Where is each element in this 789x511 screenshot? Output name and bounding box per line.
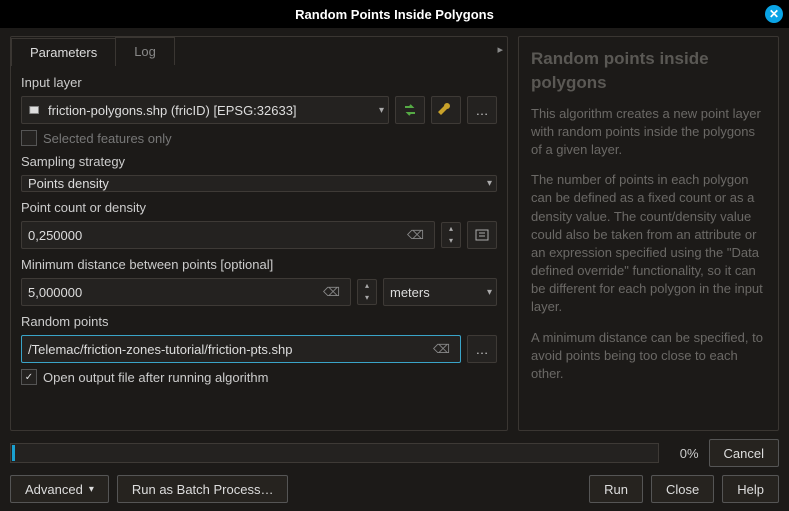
- strategy-label: Sampling strategy: [21, 154, 497, 169]
- input-more-button[interactable]: …: [467, 96, 497, 124]
- progress-row: 0% Cancel: [10, 439, 779, 467]
- output-path-input[interactable]: /Telemac/friction-zones-tutorial/frictio…: [21, 335, 461, 363]
- iterate-icon: [402, 102, 418, 118]
- count-input[interactable]: 0,250000 ⌫: [21, 221, 435, 249]
- help-panel: Random points inside polygons This algor…: [518, 36, 779, 431]
- chevron-down-icon: ▾: [358, 292, 376, 304]
- mindist-label: Minimum distance between points [optiona…: [21, 257, 497, 272]
- count-label: Point count or density: [21, 200, 497, 215]
- clear-icon[interactable]: ⌫: [429, 342, 454, 356]
- close-icon[interactable]: ✕: [765, 5, 783, 23]
- count-spinner[interactable]: ▴▾: [441, 222, 461, 248]
- checkbox-box: ✓: [21, 369, 37, 385]
- select-tool-button[interactable]: [431, 96, 461, 124]
- run-button[interactable]: Run: [589, 475, 643, 503]
- ellipsis-icon: …: [476, 342, 489, 357]
- batch-button[interactable]: Run as Batch Process…: [117, 475, 289, 503]
- tab-parameters[interactable]: Parameters: [11, 38, 116, 66]
- expression-icon: [474, 227, 490, 243]
- help-paragraph: The number of points in each polygon can…: [531, 171, 766, 317]
- help-title: Random points inside polygons: [531, 47, 766, 95]
- input-layer-label: Input layer: [21, 75, 497, 90]
- cancel-button[interactable]: Cancel: [709, 439, 779, 467]
- ellipsis-icon: …: [476, 103, 489, 118]
- dialog-body: Parameters Log ▸ Input layer friction-po…: [0, 28, 789, 431]
- mindist-input[interactable]: 5,000000 ⌫: [21, 278, 351, 306]
- output-browse-button[interactable]: …: [467, 335, 497, 363]
- close-button[interactable]: Close: [651, 475, 714, 503]
- mindist-spinner[interactable]: ▴▾: [357, 279, 377, 305]
- strategy-combo[interactable]: Points density ▾: [21, 175, 497, 192]
- tab-bar: Parameters Log ▸: [11, 37, 507, 65]
- wrench-icon: [438, 102, 454, 118]
- open-after-checkbox[interactable]: ✓ Open output file after running algorit…: [21, 369, 497, 385]
- dialog: Random Points Inside Polygons ✕ Paramete…: [0, 0, 789, 511]
- bottom-bar: 0% Cancel Advanced Run as Batch Process……: [0, 431, 789, 511]
- clear-icon[interactable]: ⌫: [403, 228, 428, 242]
- output-label: Random points: [21, 314, 497, 329]
- data-override-button[interactable]: [467, 221, 497, 249]
- chevron-down-icon: ▾: [379, 105, 384, 116]
- help-paragraph: This algorithm creates a new point layer…: [531, 105, 766, 160]
- titlebar: Random Points Inside Polygons ✕: [0, 0, 789, 28]
- advanced-button[interactable]: Advanced: [10, 475, 109, 503]
- input-layer-combo[interactable]: friction-polygons.shp (fricID) [EPSG:326…: [21, 96, 389, 124]
- iterate-button[interactable]: [395, 96, 425, 124]
- button-row: Advanced Run as Batch Process… Run Close…: [10, 475, 779, 503]
- progress-percent: 0%: [669, 446, 699, 461]
- chevron-down-icon: ▾: [487, 178, 492, 189]
- mindist-unit-combo[interactable]: meters ▾: [383, 278, 497, 306]
- left-panel: Parameters Log ▸ Input layer friction-po…: [10, 36, 508, 431]
- parameters-form: Input layer friction-polygons.shp (fricI…: [11, 65, 507, 393]
- chevron-up-icon: ▴: [358, 280, 376, 292]
- help-paragraph: A minimum distance can be specified, to …: [531, 329, 766, 384]
- clear-icon[interactable]: ⌫: [319, 285, 344, 299]
- chevron-down-icon: ▾: [442, 235, 460, 247]
- help-button[interactable]: Help: [722, 475, 779, 503]
- checkbox-box: [21, 130, 37, 146]
- progress-fill: [12, 445, 15, 461]
- chevron-down-icon: ▾: [487, 287, 492, 298]
- expand-icon[interactable]: ▸: [497, 43, 503, 56]
- chevron-up-icon: ▴: [442, 223, 460, 235]
- dialog-title: Random Points Inside Polygons: [295, 7, 494, 22]
- tab-log[interactable]: Log: [115, 37, 175, 65]
- progress-bar: [10, 443, 659, 463]
- polygon-icon: [28, 103, 42, 117]
- selected-features-checkbox[interactable]: Selected features only: [21, 130, 497, 146]
